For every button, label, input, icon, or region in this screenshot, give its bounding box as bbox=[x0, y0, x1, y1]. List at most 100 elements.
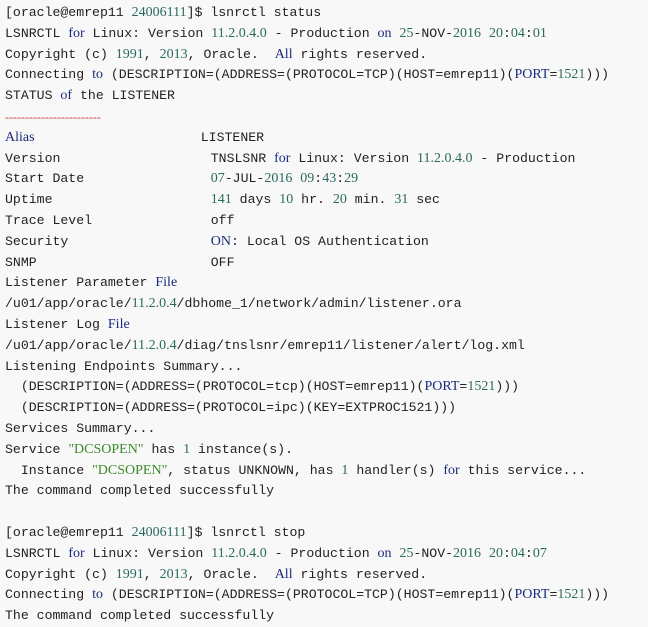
code-text: - Production bbox=[472, 150, 576, 166]
keyword-token: for bbox=[68, 25, 85, 41]
code-text: ]$ lsnrctl stop bbox=[186, 524, 306, 540]
number-token: 2016 bbox=[264, 171, 293, 187]
code-text: days bbox=[231, 192, 280, 208]
terminal-line: Start Date 07-JUL-2016 09:43:29 bbox=[5, 169, 643, 190]
code-text: (DESCRIPTION=(ADDRESS=(PROTOCOL=ipc)(KEY… bbox=[5, 400, 457, 416]
terminal-line: The command completed successfully bbox=[5, 481, 643, 502]
code-text: ))) bbox=[585, 67, 610, 83]
code-text: Service bbox=[5, 441, 69, 457]
terminal-line: Alias LISTENER bbox=[5, 128, 643, 149]
code-text: : bbox=[502, 545, 511, 561]
keyword-token: PORT bbox=[424, 379, 460, 395]
terminal-line: Instance "DCSOPEN", status UNKNOWN, has … bbox=[5, 461, 643, 482]
number-token: 07 bbox=[532, 545, 547, 561]
number-token: 24006111 bbox=[131, 524, 187, 540]
number-token: 2016 bbox=[453, 25, 482, 41]
terminal-line: (DESCRIPTION=(ADDRESS=(PROTOCOL=ipc)(KEY… bbox=[5, 398, 643, 419]
number-token: 11.2.0.4.0 bbox=[211, 545, 267, 561]
code-text: Instance bbox=[5, 462, 93, 478]
code-text: /diag/tnslsnr/emrep11/listener/alert/log… bbox=[176, 337, 525, 353]
code-text: ))) bbox=[495, 379, 520, 395]
code-text: (DESCRIPTION=(ADDRESS=(PROTOCOL=tcp)(HOS… bbox=[5, 379, 425, 395]
terminal-line: ------------------------ bbox=[5, 107, 643, 128]
terminal-line: SNMP OFF bbox=[5, 253, 643, 274]
terminal-line: [oracle@emrep11 24006111]$ lsnrctl statu… bbox=[5, 3, 643, 24]
code-text: has bbox=[143, 441, 184, 457]
keyword-token: PORT bbox=[514, 67, 550, 83]
terminal-line: Listener Parameter File bbox=[5, 273, 643, 294]
code-text: , Oracle. bbox=[187, 566, 275, 582]
keyword-token: on bbox=[377, 545, 392, 561]
code-text: The command completed successfully bbox=[5, 483, 275, 499]
keyword-token: ON bbox=[210, 233, 231, 249]
code-text: rights reserved. bbox=[292, 566, 428, 582]
code-text: Listener Log bbox=[5, 316, 108, 332]
keyword-token: Alias bbox=[5, 129, 35, 145]
number-token: 20 bbox=[332, 192, 347, 208]
code-text: this service... bbox=[459, 462, 587, 478]
keyword-token: for bbox=[68, 545, 85, 561]
code-text: hr. bbox=[293, 192, 333, 208]
code-text: , bbox=[143, 46, 160, 62]
code-text: rights reserved. bbox=[292, 46, 428, 62]
terminal-line: Trace Level off bbox=[5, 211, 643, 232]
code-text: -NOV- bbox=[413, 545, 454, 561]
terminal-line: [oracle@emrep11 24006111]$ lsnrctl stop bbox=[5, 523, 643, 544]
code-text: Copyright (c) bbox=[5, 566, 116, 582]
keyword-token: All bbox=[274, 46, 293, 62]
number-token: 1991 bbox=[115, 566, 144, 582]
number-token: 43 bbox=[322, 171, 337, 187]
terminal-line: ​ bbox=[5, 502, 643, 523]
code-text: : bbox=[524, 545, 533, 561]
code-text: Security bbox=[5, 233, 211, 249]
number-token: 09 bbox=[300, 171, 315, 187]
keyword-token: PORT bbox=[514, 587, 550, 603]
code-text: LSNRCTL bbox=[5, 545, 69, 561]
number-token: 1991 bbox=[115, 46, 144, 62]
terminal-output-code-block: [oracle@emrep11 24006111 ]$ lsnrctl statu… bbox=[0, 0, 648, 627]
keyword-token: to bbox=[92, 67, 103, 83]
code-text: instance(s). bbox=[190, 441, 294, 457]
number-token: 04 bbox=[510, 545, 525, 561]
keyword-token: for bbox=[274, 150, 291, 166]
code-text: Connecting bbox=[5, 67, 93, 83]
code-text: STATUS bbox=[5, 88, 61, 104]
terminal-line: /u01/app/oracle/11.2.0.4/diag/tnslsnr/em… bbox=[5, 336, 643, 357]
number-token: 04 bbox=[510, 25, 525, 41]
code-text: handler(s) bbox=[348, 462, 444, 478]
code-text: Linux: Version bbox=[84, 545, 212, 561]
code-text: (DESCRIPTION=(ADDRESS=(PROTOCOL=TCP)(HOS… bbox=[102, 587, 515, 603]
number-token: 11.2.0.4.0 bbox=[211, 25, 267, 41]
terminal-line: (DESCRIPTION=(ADDRESS=(PROTOCOL=tcp)(HOS… bbox=[5, 377, 643, 398]
terminal-line: Copyright (c) 1991, 2013, Oracle. All ri… bbox=[5, 45, 643, 66]
number-token: 11.2.0.4 bbox=[131, 337, 177, 353]
terminal-line: STATUS of the LISTENER bbox=[5, 86, 643, 107]
number-token: 01 bbox=[532, 25, 547, 41]
code-text: The command completed successfully bbox=[5, 608, 275, 624]
number-token: 1521 bbox=[467, 379, 496, 395]
number-token: 31 bbox=[394, 192, 409, 208]
code-text: the LISTENER bbox=[72, 88, 175, 104]
code-text: SNMP OFF bbox=[5, 254, 235, 270]
keyword-token: File bbox=[155, 275, 178, 291]
code-text: , Oracle. bbox=[187, 46, 275, 62]
number-token: 2016 bbox=[453, 545, 482, 561]
code-text: /u01/app/oracle/ bbox=[5, 337, 132, 353]
string-token: "DCSOPEN" bbox=[68, 441, 144, 457]
keyword-token: on bbox=[377, 25, 392, 41]
terminal-line: Uptime 141 days 10 hr. 20 min. 31 sec bbox=[5, 190, 643, 211]
keyword-token: for bbox=[443, 462, 460, 478]
code-text: ]$ lsnrctl status bbox=[186, 5, 322, 20]
terminal-line: LSNRCTL for Linux: Version 11.2.0.4.0 - … bbox=[5, 544, 643, 565]
number-token: 07 bbox=[210, 171, 225, 187]
code-text: Linux: Version bbox=[290, 150, 418, 166]
code-text: [oracle@emrep11 bbox=[5, 5, 132, 20]
number-token: 10 bbox=[279, 192, 294, 208]
terminal-line: Listener Log File bbox=[5, 315, 643, 336]
code-text: - Production bbox=[266, 25, 378, 41]
code-text: Listener Parameter bbox=[5, 275, 156, 291]
number-token: 11.2.0.4 bbox=[131, 296, 177, 312]
terminal-line: Connecting to (DESCRIPTION=(ADDRESS=(PRO… bbox=[5, 65, 643, 86]
code-text: [oracle@emrep11 bbox=[5, 524, 132, 540]
